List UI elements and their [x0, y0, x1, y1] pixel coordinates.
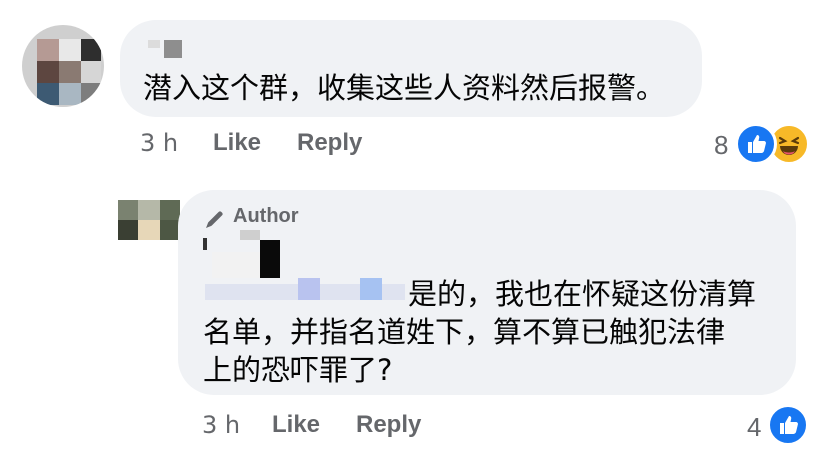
like-icon[interactable] [735, 123, 777, 165]
pen-icon [203, 207, 227, 231]
redacted-name [212, 252, 260, 278]
reaction-count[interactable]: 4 [747, 412, 761, 443]
comment-text-line: 上的恐吓罪了? [203, 353, 393, 387]
like-icon[interactable] [767, 404, 809, 446]
like-button[interactable]: Like [272, 411, 320, 439]
comment-timestamp[interactable]: 3 h [202, 411, 240, 439]
redacted-name [148, 40, 160, 48]
commenter-avatar[interactable] [22, 25, 104, 107]
author-avatar[interactable] [118, 200, 180, 240]
comment-text: 潜入这个群，收集这些人资料然后报警。 [143, 71, 666, 105]
redacted-name [240, 230, 260, 240]
reply-button[interactable]: Reply [356, 411, 421, 439]
comment-timestamp[interactable]: 3 h [140, 129, 178, 157]
redacted-name [298, 278, 320, 300]
like-button[interactable]: Like [213, 129, 261, 157]
redacted-name [260, 240, 280, 278]
reply-button[interactable]: Reply [297, 129, 362, 157]
redacted-name [164, 40, 182, 58]
redacted-name [360, 278, 382, 300]
reaction-count[interactable]: 8 [714, 130, 728, 161]
comment-text-line: 是的，我也在怀疑这份清算 [408, 277, 757, 311]
comment-text-line: 名单，并指名道姓下，算不算已触犯法律 [203, 315, 726, 349]
author-badge: Author [233, 205, 299, 227]
redacted-name [203, 238, 207, 250]
